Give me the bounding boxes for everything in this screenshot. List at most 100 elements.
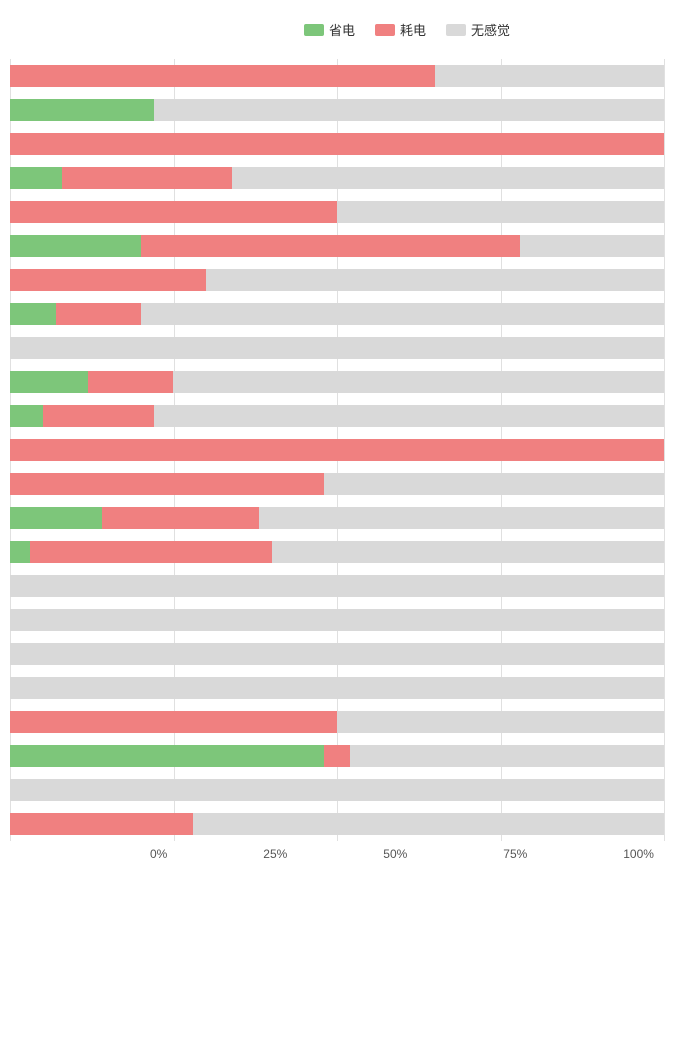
bar-gray [272, 541, 664, 563]
bar-row: iPhone 11 [10, 59, 664, 93]
bar-label: iPhone 12 mini [0, 205, 10, 219]
bar-red [10, 711, 337, 733]
legend-label: 耗电 [400, 20, 426, 39]
bar-gray [259, 507, 665, 529]
bar-row: iPhone 13 Pro [10, 365, 664, 399]
bar-row: iPhone 14 [10, 433, 664, 467]
x-axis-label: 75% [503, 847, 527, 861]
bar-row: iPhone 12 mini [10, 195, 664, 229]
bar-gray [10, 609, 664, 631]
bar-gray [337, 711, 664, 733]
bar-label: iPhone 8 [0, 579, 10, 593]
x-axis-label: 50% [383, 847, 407, 861]
bar-green [10, 507, 102, 529]
bar-label: iPhone 11 [0, 69, 10, 83]
bar-green [10, 99, 154, 121]
bar-label: iPhone SE 第2代 [0, 647, 10, 661]
bar-label: iPhone 12 [0, 171, 10, 185]
bar-label: iPhone 13 mini [0, 341, 10, 355]
bar-gray [10, 677, 664, 699]
x-axis-label: 100% [623, 847, 654, 861]
bar-red [62, 167, 232, 189]
bar-label: iPhone 14 [0, 443, 10, 457]
bar-track [10, 643, 664, 665]
bar-track [10, 439, 664, 461]
bar-label: iPhone 13 Pro Max [0, 409, 10, 423]
bar-label: iPhone 11 Pro [0, 103, 10, 117]
x-axis-label: 0% [150, 847, 167, 861]
bar-row: iPhone XR [10, 739, 664, 773]
bar-label: iPhone XS Max [0, 817, 10, 831]
rows-wrapper: iPhone 11iPhone 11 ProiPhone 11 Pro Maxi… [10, 59, 664, 841]
bar-label: iPhone SE 第3代 [0, 681, 10, 695]
bar-row: iPhone 12 Pro Max [10, 263, 664, 297]
bar-row: iPhone 13 mini [10, 331, 664, 365]
bar-row: iPhone 8 [10, 569, 664, 603]
bar-row: iPhone 14 Plus [10, 467, 664, 501]
bar-row: iPhone 8 Plus [10, 603, 664, 637]
bar-gray [154, 99, 664, 121]
bar-row: iPhone 13 Pro Max [10, 399, 664, 433]
bar-red [102, 507, 259, 529]
bar-gray [141, 303, 664, 325]
bar-red [30, 541, 272, 563]
bar-green [10, 167, 62, 189]
bar-label: iPhone 14 Pro [0, 511, 10, 525]
x-axis-label: 25% [263, 847, 287, 861]
bar-track [10, 337, 664, 359]
bar-gray [435, 65, 664, 87]
bar-row: iPhone X [10, 705, 664, 739]
bar-track [10, 745, 664, 767]
grid-line [664, 59, 665, 841]
bar-track [10, 507, 664, 529]
bar-gray [10, 779, 664, 801]
bar-green [10, 303, 56, 325]
bar-track [10, 99, 664, 121]
bar-track [10, 65, 664, 87]
bar-row: iPhone XS Max [10, 807, 664, 841]
bar-track [10, 609, 664, 631]
bar-track [10, 269, 664, 291]
bar-red [56, 303, 141, 325]
bar-gray [173, 371, 664, 393]
legend-label: 省电 [329, 20, 355, 39]
bar-track [10, 371, 664, 393]
legend-item: 耗电 [375, 20, 426, 39]
bar-gray [154, 405, 664, 427]
bar-red [10, 813, 193, 835]
bar-label: iPhone 14 Plus [0, 477, 10, 491]
bar-red [10, 473, 324, 495]
bar-gray [10, 643, 664, 665]
bar-track [10, 677, 664, 699]
bar-red [10, 133, 664, 155]
bar-track [10, 167, 664, 189]
bar-label: iPhone 12 Pro [0, 239, 10, 253]
bar-track [10, 575, 664, 597]
bar-track [10, 405, 664, 427]
legend-color [446, 24, 466, 36]
bar-gray [350, 745, 664, 767]
bar-label: iPhone XR [0, 749, 10, 763]
bar-label: iPhone XS [0, 783, 10, 797]
bar-row: iPhone 11 Pro Max [10, 127, 664, 161]
bar-gray [520, 235, 664, 257]
bar-row: iPhone 14 Pro [10, 501, 664, 535]
bar-green [10, 541, 30, 563]
bar-red [324, 745, 350, 767]
bar-red [10, 439, 664, 461]
bar-row: iPhone SE 第2代 [10, 637, 664, 671]
legend-label: 无感觉 [471, 20, 510, 39]
bar-red [141, 235, 520, 257]
bar-green [10, 745, 324, 767]
bar-label: iPhone 11 Pro Max [0, 137, 10, 151]
x-axis: 0% 25% 50% 75% 100% [150, 847, 654, 861]
bar-red [10, 269, 206, 291]
bar-gray [10, 575, 664, 597]
bar-row: iPhone 13 [10, 297, 664, 331]
bar-row: iPhone 14 Pro Max [10, 535, 664, 569]
chart-container: 省电耗电无感觉 iPhone 11iPhone 11 ProiPhone 11 … [0, 10, 674, 901]
bar-red [88, 371, 173, 393]
bar-track [10, 779, 664, 801]
bar-label: iPhone 13 [0, 307, 10, 321]
bar-red [10, 65, 435, 87]
